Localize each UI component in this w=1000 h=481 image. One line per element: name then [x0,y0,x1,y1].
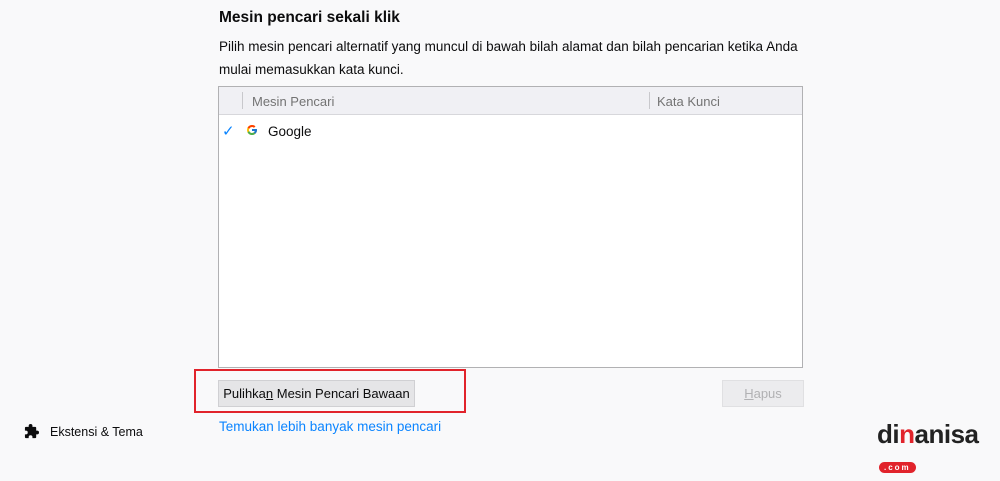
column-separator [242,92,243,109]
remove-label-part: apus [753,386,782,401]
column-header-search-engine[interactable]: Mesin Pencari [252,94,334,109]
watermark-text: di [877,419,900,449]
find-more-engines-link[interactable]: Temukan lebih banyak mesin pencari [219,419,441,434]
section-title: Mesin pencari sekali klik [219,9,400,26]
sidebar-item-label: Ekstensi & Tema [50,424,143,439]
restore-label-part: Mesin Pencari Bawaan [273,386,410,401]
column-header-keyword[interactable]: Kata Kunci [657,94,720,109]
column-separator [649,92,650,109]
engine-name: Google [268,124,312,139]
puzzle-icon [24,424,39,439]
restore-label-part: Pulihka [223,386,266,401]
tree-header: Mesin Pencari Kata Kunci [219,87,802,115]
engine-row-google[interactable]: ✓ Google [219,121,802,143]
watermark-suffix: .com [879,461,916,473]
sidebar-item-extensions[interactable]: Ekstensi & Tema [24,424,143,439]
section-description: Pilih mesin pencari alternatif yang munc… [219,39,798,77]
watermark-logo: dinanisa .com [877,419,1000,481]
remove-access-key: H [744,386,754,401]
watermark-text: anisa [914,419,980,449]
checkmark-icon[interactable]: ✓ [222,122,235,140]
watermark-accent-letter: n [899,419,915,449]
search-engine-tree[interactable]: Mesin Pencari Kata Kunci ✓ Google [218,86,803,368]
google-icon [246,124,258,139]
restore-default-engines-button[interactable]: Pulihkan Mesin Pencari Bawaan [218,380,415,407]
remove-button[interactable]: Hapus [722,380,804,407]
